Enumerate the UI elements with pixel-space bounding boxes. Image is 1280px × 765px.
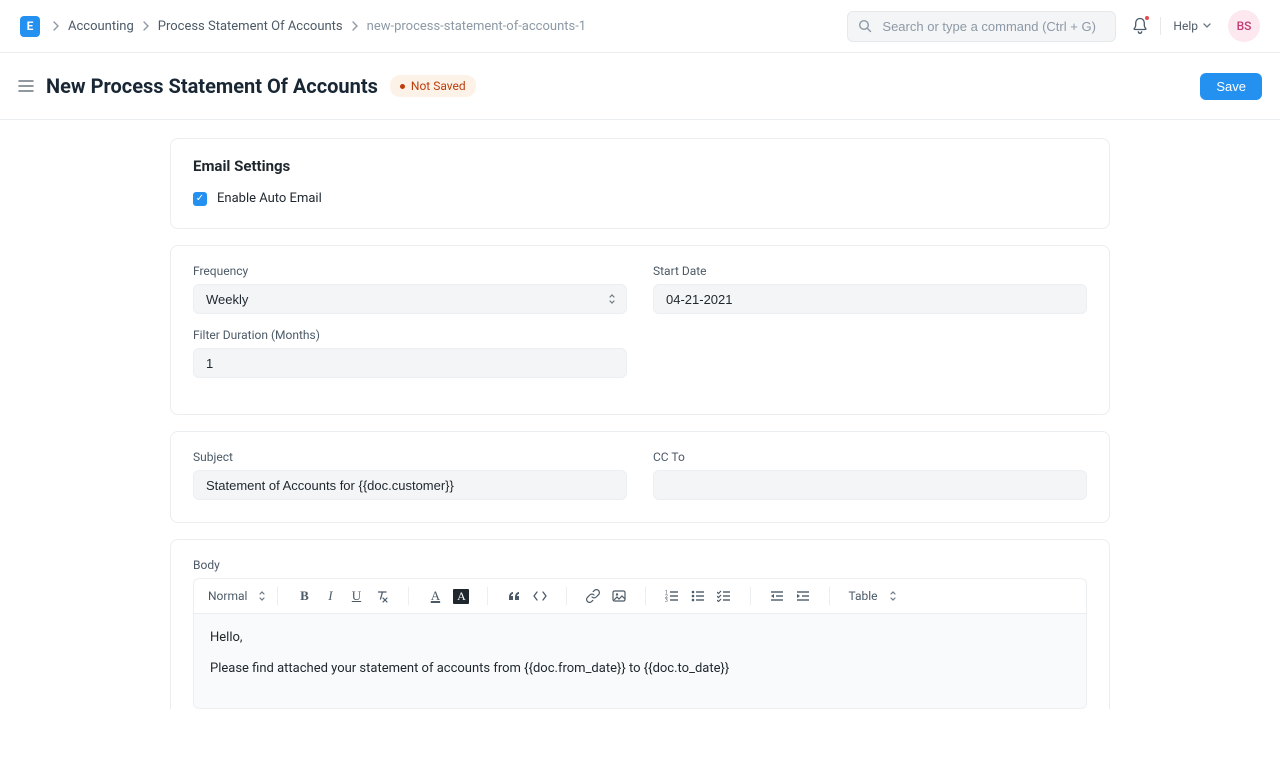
chevron-right-icon <box>52 21 60 31</box>
link-button[interactable] <box>581 584 605 608</box>
check-list-button[interactable] <box>712 584 736 608</box>
body-editor[interactable]: Hello, Please find attached your stateme… <box>193 614 1087 709</box>
select-caret-icon <box>607 292 617 306</box>
filter-duration-label: Filter Duration (Months) <box>193 328 627 342</box>
clear-format-button[interactable] <box>370 584 394 608</box>
search-input[interactable] <box>847 11 1116 42</box>
search-wrap <box>847 11 1116 42</box>
subject-label: Subject <box>193 450 627 464</box>
indent-button[interactable] <box>791 584 815 608</box>
editor-toolbar: Normal B I U A A <box>193 578 1087 614</box>
app-logo[interactable]: E <box>20 16 40 37</box>
svg-text:3: 3 <box>665 598 668 602</box>
start-date-label: Start Date <box>653 264 1087 278</box>
underline-button[interactable]: U <box>344 584 368 608</box>
table-picker[interactable]: Table <box>836 589 901 603</box>
heading-picker[interactable]: Normal <box>204 589 271 603</box>
frequency-select[interactable] <box>193 284 627 314</box>
frequency-label: Frequency <box>193 264 627 278</box>
ordered-list-button[interactable]: 123 <box>660 584 684 608</box>
status-text: Not Saved <box>411 79 466 93</box>
code-button[interactable] <box>528 584 552 608</box>
page-title: New Process Statement Of Accounts <box>46 74 378 98</box>
status-dot-icon <box>400 84 405 89</box>
section-title-email-settings: Email Settings <box>193 157 1087 175</box>
subject-input[interactable] <box>193 470 627 500</box>
chevron-right-icon <box>351 21 359 31</box>
navbar: E Accounting Process Statement Of Accoun… <box>0 0 1280 53</box>
breadcrumb-link-accounting[interactable]: Accounting <box>68 19 134 34</box>
enable-auto-email-field: ✓ Enable Auto Email <box>193 191 1087 206</box>
notification-dot <box>1144 15 1150 21</box>
email-settings-section: Email Settings ✓ Enable Auto Email <box>170 138 1110 229</box>
heading-picker-value: Normal <box>208 589 247 603</box>
body-line: Hello, <box>210 630 1070 645</box>
body-section: Body Normal B I U A A <box>170 539 1110 709</box>
italic-button[interactable]: I <box>318 584 342 608</box>
form-content: Email Settings ✓ Enable Auto Email Frequ… <box>170 120 1110 765</box>
filter-duration-input[interactable] <box>193 348 627 378</box>
table-picker-label: Table <box>848 589 877 603</box>
chevron-right-icon <box>142 21 150 31</box>
help-dropdown[interactable]: Help <box>1173 19 1212 33</box>
bold-button[interactable]: B <box>292 584 316 608</box>
save-button[interactable]: Save <box>1200 73 1262 100</box>
page-head: New Process Statement Of Accounts Not Sa… <box>0 53 1280 120</box>
breadcrumb-current: new-process-statement-of-accounts-1 <box>367 19 586 34</box>
enable-auto-email-label: Enable Auto Email <box>217 191 322 206</box>
text-color-button[interactable]: A <box>423 584 447 608</box>
sidebar-toggle[interactable] <box>18 79 34 93</box>
body-line: Please find attached your statement of a… <box>210 661 1070 676</box>
message-section: Subject CC To <box>170 431 1110 523</box>
notifications-button[interactable] <box>1132 17 1161 35</box>
help-label: Help <box>1173 19 1198 33</box>
start-date-input[interactable] <box>653 284 1087 314</box>
status-badge: Not Saved <box>390 75 476 97</box>
outdent-button[interactable] <box>765 584 789 608</box>
bullet-list-button[interactable] <box>686 584 710 608</box>
highlight-button[interactable]: A <box>449 584 473 608</box>
body-label: Body <box>193 558 1087 572</box>
enable-auto-email-checkbox[interactable]: ✓ <box>193 192 207 206</box>
cc-to-input[interactable] <box>653 470 1087 500</box>
chevron-down-icon <box>1202 22 1212 30</box>
breadcrumb: Accounting Process Statement Of Accounts… <box>52 19 847 34</box>
search-icon <box>858 19 872 33</box>
check-icon: ✓ <box>196 194 204 204</box>
image-button[interactable] <box>607 584 631 608</box>
select-caret-icon <box>888 589 898 603</box>
breadcrumb-link-process-soa[interactable]: Process Statement Of Accounts <box>158 19 343 34</box>
user-avatar[interactable]: BS <box>1228 10 1260 42</box>
menu-icon <box>18 79 34 93</box>
cc-to-label: CC To <box>653 450 1087 464</box>
select-caret-icon <box>257 589 267 603</box>
blockquote-button[interactable] <box>502 584 526 608</box>
schedule-section: Frequency Filter Duration (Months) <box>170 245 1110 415</box>
